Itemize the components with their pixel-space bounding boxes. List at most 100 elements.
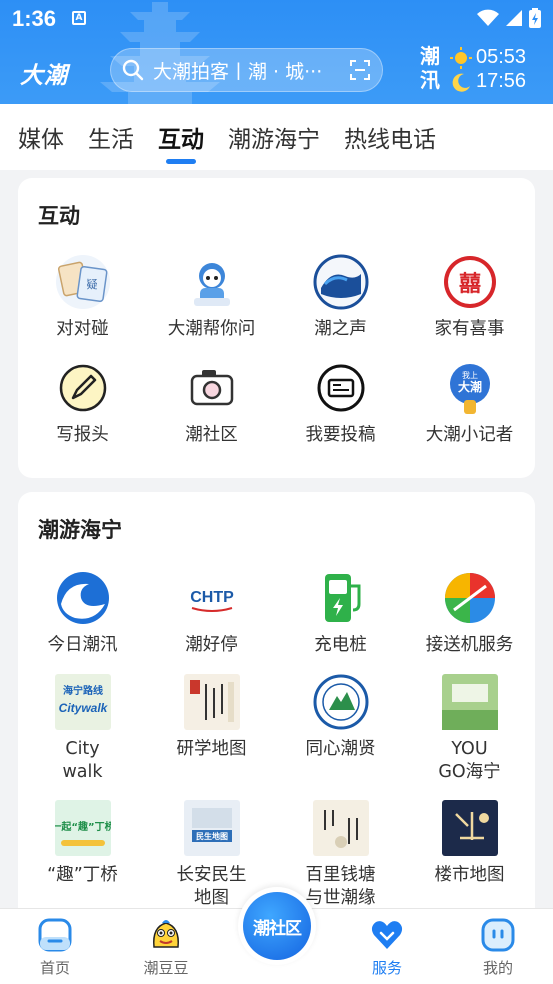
grid-label: 我要投稿 [305, 425, 376, 445]
tab-interaction[interactable]: 互动 [158, 112, 204, 162]
search-placeholder: 大潮拍客丨潮 · 城··· [153, 60, 323, 83]
notification-a-icon: A [72, 11, 86, 25]
grid-label: 同心潮贤 [305, 739, 376, 759]
moon-icon [452, 73, 470, 92]
status-bar: 1:36 A [0, 0, 553, 38]
charging-station-icon [324, 574, 360, 622]
sunrise-row: 05:53 [450, 46, 526, 69]
grid-item-write-masthead[interactable]: 写报头 [18, 360, 147, 447]
brand-logo[interactable]: 大潮 [20, 56, 68, 90]
tour-title: 潮游海宁 [38, 518, 122, 542]
grid-item-mini-reporter[interactable]: 我上 大潮 大潮小记者 [405, 360, 534, 447]
tour-card: 潮游海宁 今日潮汛 CHTP 潮好停 充电桩 接送机服务 海宁路线 City wal… [18, 492, 535, 932]
grid-item-submit[interactable]: 我要投稿 [276, 360, 405, 447]
sunrise-time: 05:53 [476, 46, 527, 68]
grid-item-yougo[interactable]: YOU GO海宁 [405, 674, 534, 784]
sunset-time: 17:56 [476, 70, 527, 92]
tab-media[interactable]: 媒体 [18, 112, 64, 162]
yougo-icon [441, 674, 498, 730]
grid-label-line2: 地图 [194, 888, 229, 908]
grid-label-line2: GO海宁 [438, 762, 501, 782]
grid-label-line1: City [65, 739, 100, 759]
grid-item-happy-event[interactable]: 囍 家有喜事 [405, 254, 534, 341]
grid-item-property-map[interactable]: 楼市地图 [405, 800, 534, 887]
grid-label: 楼市地图 [434, 865, 505, 885]
grid-label-line1: 百里钱塘 [305, 865, 376, 885]
status-time: 1:36 [12, 6, 57, 31]
grid-item-study-map[interactable]: 研学地图 [147, 674, 276, 761]
wave-voice-icon [313, 254, 368, 310]
grid-label: City walk [18, 738, 147, 784]
system-icons [477, 8, 541, 28]
signal-icon [506, 10, 522, 26]
nav-mine-label: 我的 [482, 959, 513, 977]
grid-label-line1: 长安民生 [176, 865, 247, 885]
grid-item-citywalk[interactable]: 海宁路线 City walk City walk [18, 674, 147, 784]
grid-item-tongxin[interactable]: 同心潮贤 [276, 674, 405, 761]
nav-service-label: 服务 [371, 959, 402, 977]
wifi-icon [477, 9, 499, 26]
tide-label: 潮汛 [420, 44, 440, 92]
grid-label: “趣”丁桥 [47, 865, 118, 885]
changan-img-text: 民生地图 [196, 831, 228, 841]
parking-icon: CHTP [183, 570, 240, 626]
grid-label: 大潮帮你问 [167, 319, 256, 339]
mini-reporter-icon: 我上大潮 [449, 364, 490, 414]
scan-icon[interactable] [348, 58, 372, 82]
reporter-badge-small: 我上 [462, 370, 478, 380]
dingqiao-img-text: 一起“趣”丁桥 [55, 820, 111, 833]
interaction-title: 互动 [38, 204, 80, 228]
grid-label: 接送机服务 [425, 635, 514, 655]
grid-item-community[interactable]: 潮社区 [147, 360, 276, 447]
grid-label: 潮好停 [185, 635, 238, 655]
nav-home-label: 首页 [39, 959, 70, 977]
tongxin-seal-icon [313, 674, 368, 730]
nav-chaodoudou[interactable]: 潮豆豆 [126, 917, 206, 978]
nav-home[interactable]: 首页 [15, 917, 95, 978]
grid-item-voice[interactable]: 潮之声 [276, 254, 405, 341]
grid-label: 充电桩 [314, 635, 367, 655]
grid-item-tide-today[interactable]: 今日潮汛 [18, 570, 147, 657]
grid-label-line1: YOU [451, 739, 488, 759]
tab-tour-haining[interactable]: 潮游海宁 [228, 112, 320, 162]
grid-item-duiduipeng[interactable]: 疑 对对碰 [18, 254, 147, 341]
grid-item-ask[interactable]: 大潮帮你问 [147, 254, 276, 341]
heart-icon [371, 921, 403, 949]
grid-label: 大潮小记者 [425, 425, 514, 445]
grid-label-line2: walk [62, 762, 103, 782]
mascot-ask-icon [193, 263, 230, 306]
tab-hotline[interactable]: 热线电话 [344, 112, 436, 162]
study-map-icon [183, 674, 240, 730]
tide-weather-widget[interactable]: 潮汛 05:53 17:56 [420, 44, 545, 96]
battery-icon [529, 8, 541, 28]
profile-icon [481, 918, 515, 952]
search-bar[interactable]: 大潮拍客丨潮 · 城··· [110, 48, 383, 92]
property-map-icon [441, 800, 498, 856]
home-icon [38, 918, 72, 952]
grid-item-charging[interactable]: 充电桩 [276, 570, 405, 657]
grid-item-airport[interactable]: 接送机服务 [405, 570, 534, 657]
grid-item-parking[interactable]: CHTP 潮好停 [147, 570, 276, 657]
svg-text:囍: 囍 [458, 271, 480, 297]
grid-label: YOU GO海宁 [405, 738, 534, 784]
wave-icon [56, 572, 109, 624]
submit-article-icon [317, 364, 364, 412]
qiantang-icon [312, 800, 369, 856]
nav-service[interactable]: 服务 [347, 917, 427, 978]
grid-item-dingqiao[interactable]: 一起“趣”丁桥 “趣”丁桥 [18, 800, 147, 887]
tab-life[interactable]: 生活 [88, 112, 134, 162]
nav-mine[interactable]: 我的 [458, 917, 538, 978]
grid-label: 对对碰 [56, 319, 109, 339]
sunset-row: 17:56 [450, 70, 526, 93]
grid-label: 研学地图 [176, 739, 247, 759]
svg-text:疑: 疑 [86, 278, 97, 291]
center-community-label: 潮社区 [243, 892, 311, 960]
bottom-navigation: 首页 潮豆豆 潮社区 服务 我的 [0, 887, 553, 984]
double-happiness-icon: 囍 [443, 256, 496, 308]
dingqiao-icon: 一起“趣”丁桥 [54, 800, 111, 856]
grid-label-line2: 与世潮缘 [305, 888, 376, 908]
center-community-button[interactable]: 潮社区 [238, 887, 316, 965]
changan-map-icon: 民生地图 [183, 800, 240, 856]
citywalk-img-text: 海宁路线 [63, 684, 103, 697]
category-tabs: 媒体 生活 互动 潮游海宁 热线电话 [0, 104, 553, 170]
